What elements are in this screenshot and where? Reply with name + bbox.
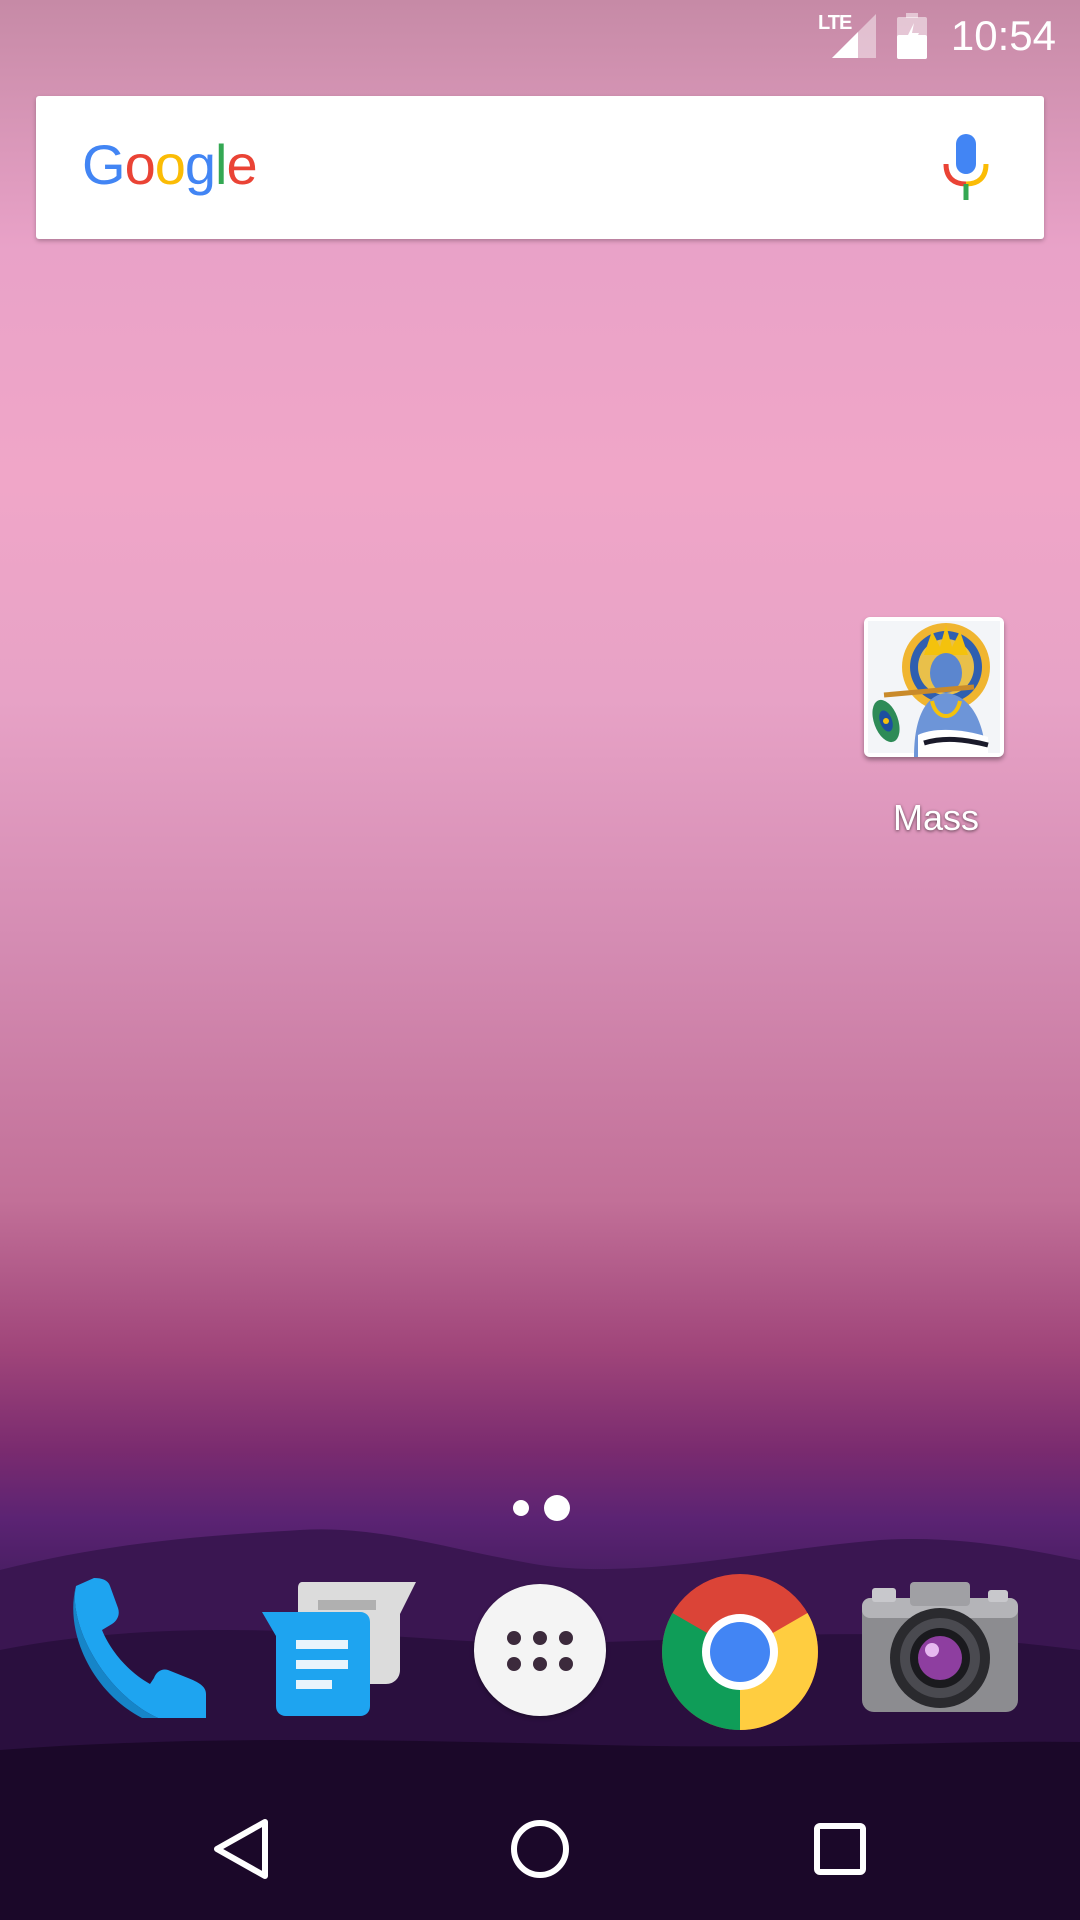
page-dot-active — [544, 1495, 570, 1521]
home-icon[interactable] — [495, 1804, 585, 1894]
dock-messages-button[interactable] — [258, 1572, 418, 1732]
google-search-bar[interactable]: Google — [36, 96, 1044, 239]
dock-camera-button[interactable] — [860, 1572, 1020, 1732]
navigation-bar — [0, 1776, 1080, 1920]
google-logo-letter: o — [154, 133, 186, 196]
dock-phone-button[interactable] — [62, 1572, 222, 1732]
app-label: Mass — [892, 797, 979, 838]
home-screen: LTE 10:54 Google Mass — [0, 0, 1080, 1920]
google-logo-letter: e — [226, 133, 257, 196]
google-logo-letter: l — [215, 133, 227, 196]
signal-icon — [832, 14, 876, 58]
clock: 10:54 — [950, 12, 1056, 59]
google-logo-letter: o — [124, 133, 156, 196]
status-bar: LTE 10:54 — [0, 0, 1080, 75]
krishna-app-artwork — [868, 621, 1000, 757]
back-icon[interactable] — [195, 1804, 285, 1894]
app-shortcut-mass[interactable]: Mass — [864, 617, 1008, 838]
krishna-app-icon — [864, 617, 1004, 757]
dock-chrome-button[interactable] — [660, 1572, 820, 1732]
battery-icon — [897, 13, 927, 59]
messages-icon — [262, 1582, 416, 1716]
microphone-icon[interactable] — [936, 134, 996, 202]
phone-icon — [73, 1578, 206, 1718]
recents-icon[interactable] — [795, 1804, 885, 1894]
grid-dots-icon — [507, 1631, 573, 1671]
app-drawer-icon — [474, 1584, 606, 1716]
google-logo: Google — [82, 132, 258, 197]
google-logo-letter: g — [184, 133, 216, 196]
chrome-icon — [662, 1574, 818, 1730]
camera-icon — [862, 1582, 1018, 1712]
google-logo-letter: G — [82, 133, 126, 196]
page-indicator — [510, 1492, 590, 1522]
page-dot — [513, 1500, 529, 1516]
app-drawer-button[interactable] — [460, 1572, 620, 1732]
